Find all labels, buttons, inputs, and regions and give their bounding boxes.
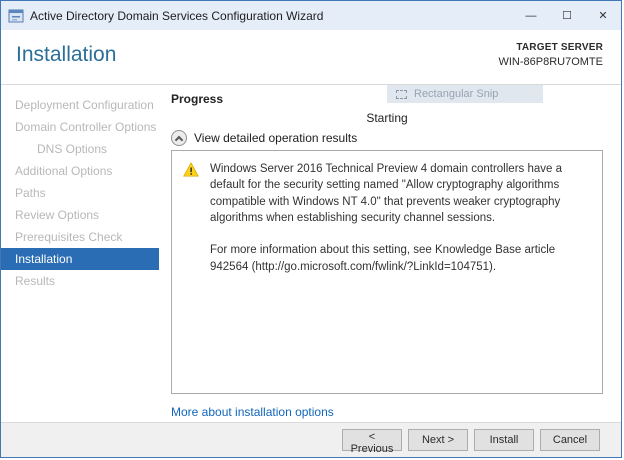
sidebar-item-deployment-configuration: Deployment Configuration — [1, 94, 159, 116]
warning-paragraph-2: For more information about this setting,… — [210, 242, 586, 275]
titlebar[interactable]: Active Directory Domain Services Configu… — [1, 1, 621, 30]
details-toggle-label: View detailed operation results — [194, 131, 357, 145]
window-title: Active Directory Domain Services Configu… — [30, 9, 323, 23]
wizard-window: Active Directory Domain Services Configu… — [0, 0, 622, 458]
details-toggle[interactable]: View detailed operation results — [171, 130, 603, 146]
window-controls: — ☐ ✕ — [513, 1, 621, 30]
sidebar-item-domain-controller-options: Domain Controller Options — [1, 116, 159, 138]
progress-label: Progress — [171, 92, 603, 106]
wizard-steps-sidebar: Deployment Configuration Domain Controll… — [1, 85, 159, 423]
status-text: Starting — [171, 111, 603, 125]
page-title: Installation — [16, 43, 116, 84]
sidebar-item-results: Results — [1, 270, 159, 292]
wizard-header: Installation TARGET SERVER WIN-86P8RU7OM… — [1, 30, 621, 85]
maximize-icon[interactable]: ☐ — [549, 1, 585, 30]
installation-progress-pane: Progress Starting View detailed operatio… — [159, 85, 621, 423]
sidebar-item-prerequisites-check: Prerequisites Check — [1, 226, 159, 248]
close-icon[interactable]: ✕ — [585, 1, 621, 30]
previous-button[interactable]: < Previous — [342, 429, 402, 451]
warning-paragraph-1: Windows Server 2016 Technical Preview 4 … — [210, 161, 586, 226]
target-server-name: WIN-86P8RU7OMTE — [498, 55, 603, 70]
collapse-icon[interactable] — [171, 130, 187, 146]
target-server-block: TARGET SERVER WIN-86P8RU7OMTE — [498, 41, 603, 84]
chevron-up-icon — [175, 136, 183, 144]
warning-icon — [183, 162, 199, 177]
warning-message: Windows Server 2016 Technical Preview 4 … — [210, 161, 586, 275]
cancel-button[interactable]: Cancel — [540, 429, 600, 451]
operation-results-box: Windows Server 2016 Technical Preview 4 … — [171, 150, 603, 394]
install-button[interactable]: Install — [474, 429, 534, 451]
sidebar-item-review-options: Review Options — [1, 204, 159, 226]
sidebar-item-paths: Paths — [1, 182, 159, 204]
target-server-label: TARGET SERVER — [498, 41, 603, 55]
sidebar-item-installation[interactable]: Installation — [1, 248, 159, 270]
wizard-footer: < Previous Next > Install Cancel — [1, 422, 621, 457]
sidebar-item-additional-options: Additional Options — [1, 160, 159, 182]
app-icon — [8, 8, 24, 24]
next-button[interactable]: Next > — [408, 429, 468, 451]
minimize-icon[interactable]: — — [513, 1, 549, 30]
sidebar-item-dns-options: DNS Options — [1, 138, 159, 160]
wizard-body: Deployment Configuration Domain Controll… — [1, 85, 621, 423]
more-about-installation-link[interactable]: More about installation options — [171, 405, 334, 419]
